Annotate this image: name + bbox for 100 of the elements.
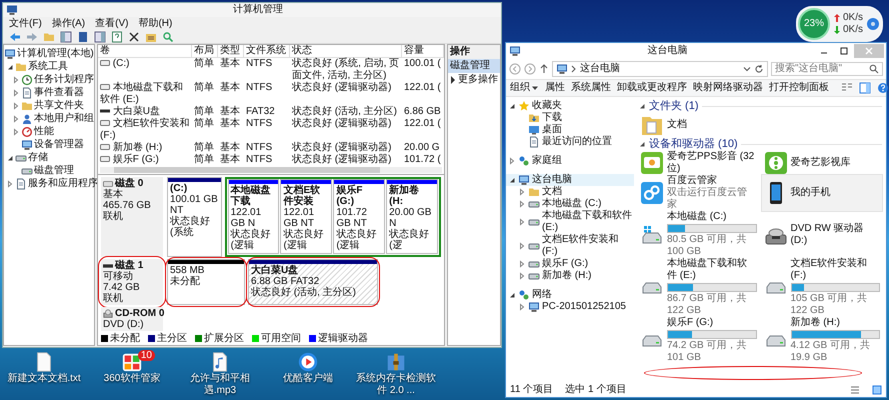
partition-block[interactable]: 娱乐F (G:) 101.72 GB NT 状态良好 (逻辑	[333, 179, 386, 254]
caret-right-icon[interactable]	[518, 303, 526, 311]
caret-right-icon[interactable]	[12, 88, 20, 96]
tree-item[interactable]: 事件查看器	[4, 86, 94, 99]
toolbar-button[interactable]: 打开控制面板	[769, 82, 829, 94]
action-item[interactable]: 更多操作	[448, 73, 500, 87]
caret-down-icon[interactable]	[638, 102, 646, 110]
address-bar[interactable]: 这台电脑	[552, 61, 768, 77]
caret-down-icon[interactable]	[508, 102, 516, 110]
caret-down-icon[interactable]	[638, 140, 646, 148]
toolbar-button[interactable]: 映射网络驱动器	[693, 82, 763, 94]
tree-item[interactable]: 本地用户和组	[4, 112, 94, 125]
caret-right-icon[interactable]	[12, 76, 20, 84]
volume-row[interactable]: 文档E软件安装和 (F:) 简单 基本 NTFS 状态良好 (逻辑驱动器) 122.01 (	[98, 118, 444, 142]
volume-row[interactable]: (C:) 简单 基本 NTFS 状态良好 (系统, 启动, 页面文件, 活动, 主分区) 100.01 (	[98, 58, 444, 82]
caret-down-icon[interactable]	[508, 176, 516, 184]
nav-item[interactable]: 桌面	[506, 124, 634, 136]
nav-item[interactable]: 网络	[506, 289, 634, 301]
disk-label-panel[interactable]: 磁盘 1 可移动 7.42 GB 联机	[101, 259, 163, 305]
nav-item[interactable]: 收藏夹	[506, 100, 634, 112]
caret-right-icon[interactable]	[518, 200, 526, 208]
refresh-icon[interactable]	[754, 64, 764, 74]
back-icon[interactable]	[509, 63, 521, 75]
details-view-icon[interactable]	[850, 385, 860, 395]
content-item[interactable]: 我的手机	[762, 175, 882, 211]
horizontal-scrollbar[interactable]	[100, 167, 442, 173]
content-item[interactable]: 文档	[638, 113, 758, 137]
column-header[interactable]: 布局	[192, 45, 218, 57]
caret-right-icon[interactable]	[518, 260, 526, 268]
nav-item[interactable]: 娱乐F (G:)	[506, 258, 634, 270]
content-item[interactable]: 新加卷 (H:) 4.12 GB 可用，共 19.9 GB	[762, 317, 882, 364]
partition-block[interactable]: 本地磁盘下载 122.01 GB N 状态良好 (逻辑	[228, 179, 280, 254]
partition-block[interactable]: 新加卷 (H: 20.00 GB N 状态良好 (逻	[386, 179, 438, 254]
nav-item[interactable]: 文档E软件安装和 (F:)	[506, 234, 634, 258]
caret-down-icon[interactable]	[6, 62, 14, 70]
tree-item[interactable]: 任务计划程序	[4, 73, 94, 86]
disk-label-panel[interactable]: 磁盘 0 基本 465.76 GB 联机	[101, 177, 163, 257]
action-item[interactable]: 磁盘管理	[448, 59, 500, 73]
nav-item[interactable]: PC-201501252105	[506, 301, 634, 313]
volume-row[interactable]: 本地磁盘下载和软件 (E:) 简单 基本 NTFS 状态良好 (逻辑驱动器) 122.01 (	[98, 82, 444, 106]
caret-right-icon[interactable]	[518, 272, 526, 280]
caret-down-icon[interactable]	[6, 154, 14, 162]
partition-block[interactable]: 文档E软件安装 122.01 GB NT 状态良好 (逻辑	[280, 179, 332, 254]
volume-row[interactable]: 娱乐F (G:) 简单 基本 NTFS 状态良好 (逻辑驱动器) 101.72 (	[98, 154, 444, 166]
caret-down-icon[interactable]	[508, 291, 516, 299]
book-icon[interactable]	[77, 30, 89, 42]
column-header[interactable]: 容量	[402, 45, 444, 57]
tree-item[interactable]: 系统工具	[4, 60, 94, 73]
panel-icon[interactable]	[94, 30, 106, 42]
nav-item[interactable]: 这台电脑	[506, 174, 634, 186]
nav-item[interactable]: 新加卷 (H:)	[506, 270, 634, 282]
panel-icon[interactable]	[60, 30, 72, 42]
search-icon[interactable]	[162, 30, 174, 42]
nav-item[interactable]: 文档	[506, 186, 634, 198]
desktop-shortcut[interactable]: 新建文本文档.txt	[0, 351, 88, 397]
tree-item[interactable]: 设备管理器	[4, 138, 94, 151]
caret-right-icon[interactable]	[12, 102, 20, 110]
up-arrow-icon[interactable]	[539, 64, 549, 74]
help-icon[interactable]	[877, 82, 889, 94]
help-icon[interactable]	[111, 30, 123, 42]
nav-item[interactable]: 最近访问的位置	[506, 136, 634, 148]
content-item[interactable]: 爱奇艺PPS影音 (32 位)	[638, 151, 758, 175]
usage-gauge[interactable]: 23%	[798, 8, 830, 40]
caret-right-icon[interactable]	[518, 188, 526, 196]
nav-item[interactable]: 本地磁盘下载和软件 (E:)	[506, 210, 634, 234]
back-arrow-icon[interactable]	[9, 30, 21, 42]
preview-pane-icon[interactable]	[859, 82, 871, 94]
dropdown-caret-icon[interactable]	[743, 65, 751, 73]
desktop-shortcut[interactable]: 允许与和平相遇.mp3	[176, 351, 264, 397]
caret-right-icon[interactable]	[518, 242, 526, 250]
forward-arrow-icon[interactable]	[26, 30, 38, 42]
desktop-shortcut[interactable]: 优酷客户端	[264, 351, 352, 397]
caret-right-icon[interactable]	[508, 157, 516, 165]
desktop-shortcut[interactable]: 系统内存卡检测软件 2.0 ...	[352, 351, 440, 397]
caret-right-icon[interactable]	[12, 114, 20, 122]
toolbar-button[interactable]: 系统属性	[571, 82, 611, 94]
ball-icon[interactable]	[867, 18, 879, 30]
volume-row[interactable]: 新加卷 (H:) 简单 基本 NTFS 状态良好 (逻辑驱动器) 20.00 G	[98, 142, 444, 154]
menu-item[interactable]: 查看(V)	[95, 18, 128, 30]
menu-item[interactable]: 帮助(H)	[138, 18, 172, 30]
caret-right-icon[interactable]	[6, 180, 14, 188]
content-item[interactable]: 本地磁盘 (C:) 80.5 GB 可用，共 100 GB	[638, 211, 758, 258]
partition-block[interactable]: 大白菜U盘 6.88 GB FAT32 状态良好 (活动, 主分区)	[248, 259, 378, 305]
nav-item[interactable]: 家庭组	[506, 155, 634, 167]
column-header[interactable]: 类型	[218, 45, 244, 57]
content-item[interactable]: 本地磁盘下载和软件 (E:) 86.7 GB 可用，共 122 GB	[638, 258, 758, 317]
content-item[interactable]: 文档E软件安装和 (F:) 105 GB 可用，共 122 GB	[762, 258, 882, 317]
content-item[interactable]: 娱乐F (G:) 74.2 GB 可用，共 101 GB	[638, 317, 758, 364]
tree-item[interactable]: 存储	[4, 151, 94, 164]
caret-right-icon[interactable]	[518, 218, 526, 226]
partition-block[interactable]: (C:) 100.01 GB NT 状态良好 (系统	[167, 177, 222, 257]
menu-item[interactable]: 操作(A)	[52, 18, 86, 30]
column-header[interactable]: 卷	[98, 45, 192, 57]
tree-item[interactable]: 磁盘管理	[4, 164, 94, 177]
content-item[interactable]: DVD RW 驱动器 (D:)	[762, 211, 882, 258]
content-item[interactable]: 百度云管家 双击运行百度云管家	[638, 175, 758, 211]
desktop-shortcut[interactable]: 10 360软件管家	[88, 351, 176, 397]
column-header[interactable]: 状态	[290, 45, 402, 57]
tiles-view-icon[interactable]	[872, 385, 882, 395]
nav-item[interactable]: 下载	[506, 112, 634, 124]
